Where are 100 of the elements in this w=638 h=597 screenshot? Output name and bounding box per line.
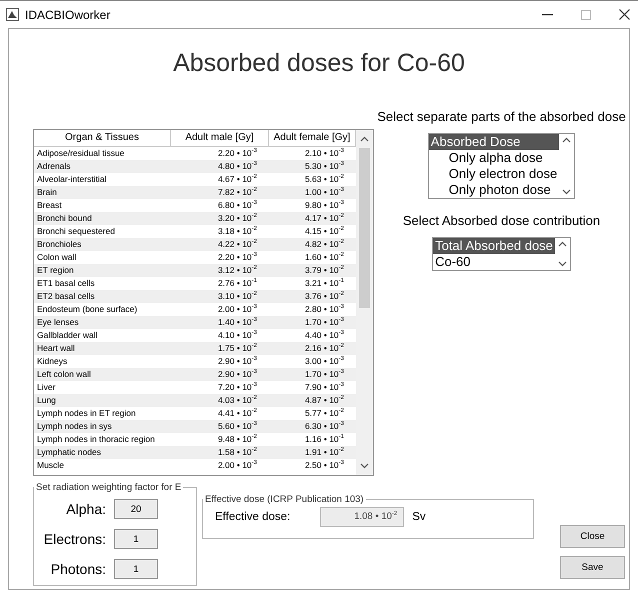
effective-dose-label: Effective dose: <box>215 511 290 523</box>
close-icon[interactable] <box>619 9 630 20</box>
table-cell-text: 9.80 • 10$^{-3}$ <box>304 199 345 212</box>
table-cell-text: 3.10 • 10$^{-2}$ <box>216 290 258 303</box>
table-cell-text: 2.16 • 10$^{-2}$ <box>304 342 345 355</box>
table-cell-text: 3.21 • 10$^{-1}$ <box>304 277 345 290</box>
table-cell-text: Brain <box>36 186 58 199</box>
table-cell-text: 3.18 • 10$^{-2}$ <box>216 225 258 238</box>
table-cell-text: 5.30 • 10$^{-3}$ <box>304 160 345 173</box>
table-cell-text: 1.60 • 10$^{-2}$ <box>304 251 345 264</box>
minimize-icon[interactable] <box>542 14 553 16</box>
table-cell-text: 6.30 • 10$^{-3}$ <box>304 420 345 433</box>
table-cell-text: 3.00 • 10$^{-3}$ <box>304 355 345 368</box>
table-cell-text: 4.87 • 10$^{-2}$ <box>304 394 345 407</box>
table-cell-text: 1.70 • 10$^{-3}$ <box>304 316 345 329</box>
table-cell-text: Eye lenses <box>36 316 80 329</box>
table-cell-text: 7.90 • 10$^{-3}$ <box>304 381 345 394</box>
table-cell-text: Lung <box>36 394 57 407</box>
scroll-down-icon[interactable] <box>360 463 369 469</box>
table-cell-text: Kidneys <box>36 355 68 368</box>
table-cell-text: 3.76 • 10$^{-2}$ <box>304 290 345 303</box>
table-cell-text: 3.12 • 10$^{-2}$ <box>216 264 258 277</box>
list-label: Select Absorbed dose contribution <box>402 213 600 228</box>
scroll-up-icon[interactable] <box>562 137 572 143</box>
dialog-button[interactable]: Save <box>560 556 625 579</box>
unit-label: Sv <box>412 511 426 523</box>
table-cell-text: 2.90 • 10$^{-3}$ <box>216 355 258 368</box>
table-cell-text: 4.80 • 10$^{-3}$ <box>216 160 258 173</box>
list-item[interactable]: Only alpha dose <box>428 150 560 166</box>
factor-label: Photons: <box>50 561 106 577</box>
table-cell-text: ET region <box>36 264 75 277</box>
table-cell-text: 1.16 • 10$^{-1}$ <box>304 433 345 446</box>
column-header: Adult male [Gy] <box>171 130 269 146</box>
table-cell-text: Lymph nodes in thoracic region <box>36 433 156 446</box>
table-cell-text: Colon wall <box>36 251 78 264</box>
table-cell-text: 7.82 • 10$^{-2}$ <box>216 186 258 199</box>
table-cell-text: 2.90 • 10$^{-3}$ <box>216 368 258 381</box>
app-icon <box>6 8 19 21</box>
table-cell-text: Lymph nodes in sys <box>36 420 113 433</box>
table-cell-text: 2.00 • 10$^{-3}$ <box>216 459 258 472</box>
table-cell-text: 4.82 • 10$^{-2}$ <box>304 238 345 251</box>
table-cell-text: Alveolar-interstitial <box>36 173 108 186</box>
table-cell-text: Adrenals <box>36 160 72 173</box>
table-cell-text: Heart wall <box>36 342 76 355</box>
table-cell-text: 2.10 • 10$^{-3}$ <box>304 147 345 160</box>
scroll-up-icon[interactable] <box>558 241 567 247</box>
table-cell-text: Bronchi sequestered <box>36 225 116 238</box>
dose-parts-list[interactable]: Absorbed Dose Only alpha dose Only electron dose Only photon dose <box>428 133 576 199</box>
list-item[interactable]: Absorbed Dose <box>428 134 560 150</box>
table-cell-text: 2.50 • 10$^{-3}$ <box>304 459 345 472</box>
table-cell-text: 4.17 • 10$^{-2}$ <box>304 212 345 225</box>
window-title: IDACBIOworker <box>25 8 112 22</box>
table-cell-text: 4.22 • 10$^{-2}$ <box>216 238 258 251</box>
table-cell-text: ET2 basal cells <box>36 290 96 303</box>
table-cell-text: 4.40 • 10$^{-3}$ <box>304 329 345 342</box>
scroll-down-icon[interactable] <box>558 261 567 267</box>
effective-dose-field: 1.08 • 10$^{-2}$ <box>320 507 404 527</box>
factor-field[interactable]: 20 <box>114 499 158 519</box>
table-cell-text: ET1 basal cells <box>36 277 96 290</box>
table-cell-text: 2.76 • 10$^{-1}$ <box>216 277 258 290</box>
table-cell-text: 2.80 • 10$^{-3}$ <box>304 303 345 316</box>
table-cell-text: 4.15 • 10$^{-2}$ <box>304 225 345 238</box>
page-heading: Absorbed doses for Co-60 <box>172 49 466 79</box>
scroll-down-icon[interactable] <box>562 189 572 195</box>
list-item[interactable]: Total Absorbed dose <box>433 238 555 254</box>
table-cell-text: Liver <box>36 381 56 394</box>
table-cell-text: 3.20 • 10$^{-2}$ <box>216 212 258 225</box>
table-cell-text: Lymph nodes in ET region <box>36 407 137 420</box>
table-cell-text: 3.79 • 10$^{-2}$ <box>304 264 345 277</box>
table-cell-text: 7.20 • 10$^{-3}$ <box>216 381 258 394</box>
table-cell-text: Bronchioles <box>36 238 82 251</box>
list-label: Select separate parts of the absorbed dose <box>377 109 626 124</box>
factor-field[interactable]: 1 <box>114 529 158 549</box>
list-item[interactable]: Only electron dose <box>428 166 560 182</box>
table-cell-text: 1.00 • 10$^{-3}$ <box>304 186 345 199</box>
table-cell-text: Bronchi bound <box>36 212 93 225</box>
panel-legend: Effective dose (ICRP Publication 103) <box>203 494 366 505</box>
factor-field[interactable]: 1 <box>114 559 158 579</box>
table-cell-text: 1.40 • 10$^{-3}$ <box>216 316 258 329</box>
table-cell-text: 1.75 • 10$^{-2}$ <box>216 342 258 355</box>
table-cell-text: 1.91 • 10$^{-2}$ <box>304 446 345 459</box>
table-cell-text: 4.03 • 10$^{-2}$ <box>216 394 258 407</box>
list-item[interactable]: Only photon dose <box>428 182 560 198</box>
list-item[interactable]: Co-60 <box>433 254 555 270</box>
scroll-up-icon[interactable] <box>360 136 369 142</box>
table-cell-text: Muscle <box>36 459 65 472</box>
table-cell-text: 1.70 • 10$^{-3}$ <box>304 368 345 381</box>
table-cell-text: Breast <box>36 199 63 212</box>
table-cell-text: 1.58 • 10$^{-2}$ <box>216 446 258 459</box>
table-cell-text: 5.77 • 10$^{-2}$ <box>304 407 345 420</box>
table-cell-text: 9.48 • 10$^{-2}$ <box>216 433 258 446</box>
panel-legend: Set radiation weighting factor for E <box>34 482 184 493</box>
table-cell-text: 2.00 • 10$^{-3}$ <box>216 303 258 316</box>
table-cell-text: 4.10 • 10$^{-3}$ <box>216 329 258 342</box>
column-header: Organ & Tissues <box>34 130 171 146</box>
dialog-button[interactable]: Close <box>560 525 625 548</box>
table-cell-text: 4.41 • 10$^{-2}$ <box>216 407 258 420</box>
scroll-thumb[interactable] <box>359 148 370 308</box>
contribution-list[interactable]: Total Absorbed dose Co-60 <box>432 237 571 271</box>
table-cell-text: Adipose/residual tissue <box>36 147 126 160</box>
